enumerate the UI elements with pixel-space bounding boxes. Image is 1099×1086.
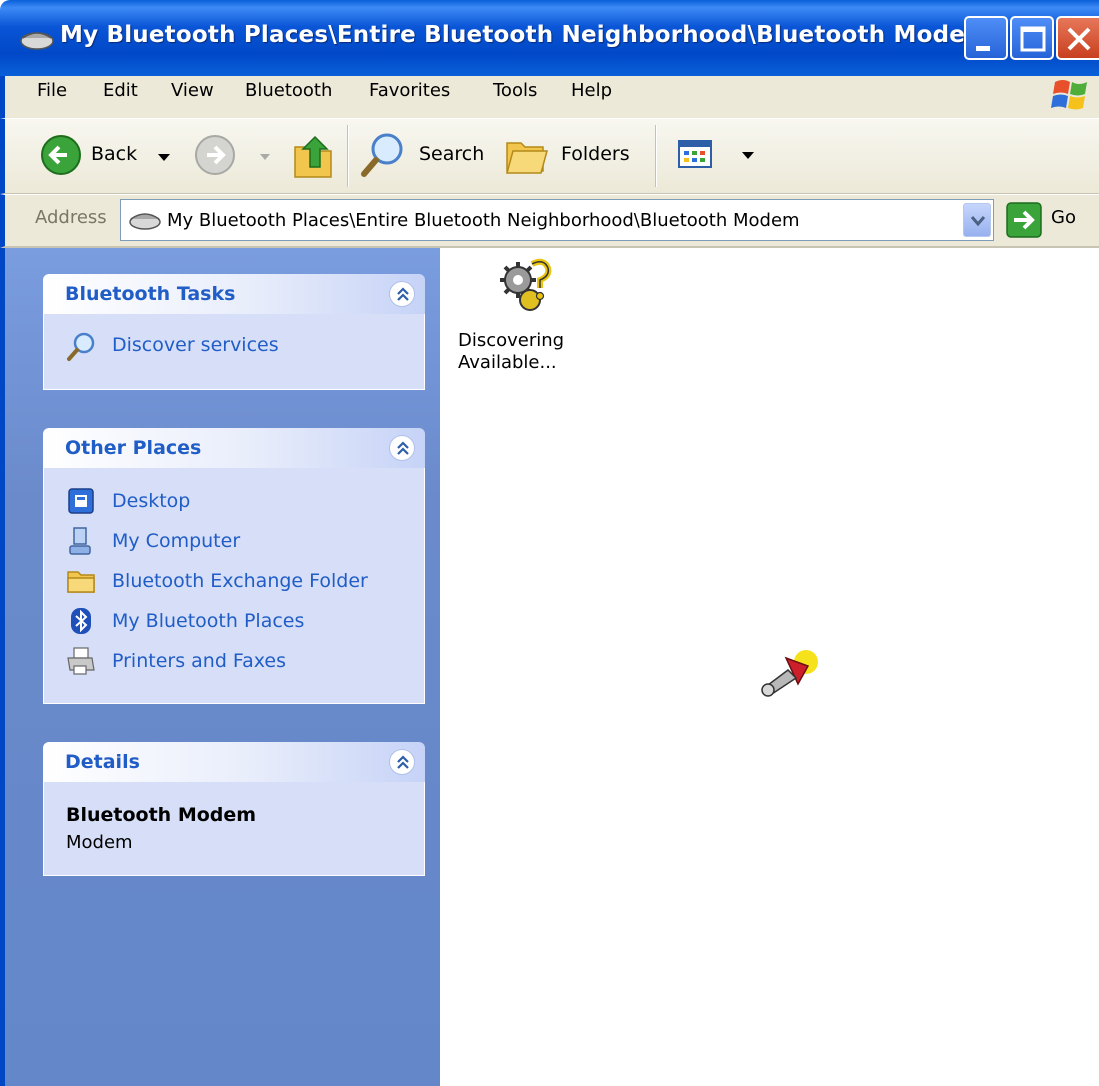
gears-question-icon	[500, 258, 552, 311]
menu-view[interactable]: View	[171, 80, 214, 101]
panel-header[interactable]: Bluetooth Tasks	[43, 274, 425, 314]
panel-body: Discover services	[43, 314, 425, 390]
address-value: My Bluetooth Places\Entire Bluetooth Nei…	[167, 210, 800, 231]
printers-and-faxes-link[interactable]: Printers and Faxes	[112, 650, 286, 672]
panel-body: Desktop My Computer Bluetooth Exchange F…	[43, 468, 425, 704]
menu-tools[interactable]: Tools	[493, 80, 537, 101]
menu-bluetooth[interactable]: Bluetooth	[245, 80, 332, 101]
item-label-line2: Available...	[458, 352, 557, 373]
address-dropdown-button[interactable]	[963, 203, 991, 237]
toolbar: Back Search Folders	[0, 118, 1099, 194]
search-icon	[361, 133, 403, 177]
folders-button[interactable]: Folders	[505, 131, 645, 181]
magnifier-icon	[67, 332, 95, 361]
folders-label: Folders	[561, 143, 630, 165]
chevron-up-double-icon	[397, 755, 409, 769]
back-button[interactable]: Back	[35, 133, 185, 179]
my-computer-link[interactable]: My Computer	[112, 530, 240, 552]
forward-button[interactable]	[193, 133, 273, 179]
chevron-up-double-icon	[397, 441, 409, 455]
menu-help[interactable]: Help	[571, 80, 612, 101]
panel-title: Details	[65, 751, 140, 773]
address-label: Address	[35, 207, 107, 228]
menu-file[interactable]: File	[37, 80, 67, 101]
chevron-down-icon	[970, 216, 986, 227]
minimize-button[interactable]	[964, 16, 1008, 60]
close-icon	[1067, 27, 1091, 51]
toolbar-separator	[655, 125, 657, 187]
views-icon	[678, 140, 712, 168]
folder-icon	[67, 571, 95, 593]
forward-arrow-icon	[195, 135, 235, 175]
panel-title: Bluetooth Tasks	[65, 283, 236, 305]
title-bar[interactable]: My Bluetooth Places\Entire Bluetooth Nei…	[0, 0, 1099, 76]
toolbar-separator	[347, 125, 349, 187]
minimize-icon	[976, 46, 990, 51]
panel-header[interactable]: Other Places	[43, 428, 425, 468]
windows-logo-icon	[1051, 80, 1087, 110]
my-bluetooth-places-link[interactable]: My Bluetooth Places	[112, 610, 304, 632]
bluetooth-exchange-folder-link[interactable]: Bluetooth Exchange Folder	[112, 570, 368, 592]
go-button[interactable]: Go	[1005, 201, 1095, 241]
menu-bar: File Edit View Bluetooth Favorites Tools…	[0, 76, 1099, 118]
chevron-up-double-icon	[397, 287, 409, 301]
back-arrow-icon	[41, 135, 81, 175]
views-button[interactable]	[675, 137, 759, 177]
bluetooth-modem-icon	[20, 32, 54, 50]
panel-header[interactable]: Details	[43, 742, 425, 782]
address-bar: Address My Bluetooth Places\Entire Bluet…	[0, 194, 1099, 248]
desktop-link[interactable]: Desktop	[112, 490, 190, 512]
discover-services-link[interactable]: Discover services	[112, 334, 279, 356]
maximize-button[interactable]	[1010, 16, 1054, 60]
search-button[interactable]: Search	[359, 131, 489, 181]
bluetooth-tasks-panel: Bluetooth Tasks Discover services	[43, 274, 425, 390]
menu-edit[interactable]: Edit	[103, 80, 138, 101]
printer-icon	[67, 647, 95, 675]
details-type: Modem	[66, 832, 133, 853]
computer-icon	[69, 527, 91, 555]
collapse-button[interactable]	[389, 435, 415, 461]
search-label: Search	[419, 143, 485, 165]
bluetooth-icon	[71, 608, 91, 634]
collapse-button[interactable]	[389, 281, 415, 307]
chevron-down-icon[interactable]	[157, 153, 171, 163]
window-title: My Bluetooth Places\Entire Bluetooth Nei…	[60, 22, 990, 48]
bluetooth-modem-icon	[129, 213, 161, 230]
go-label: Go	[1051, 207, 1076, 228]
menu-favorites[interactable]: Favorites	[369, 80, 450, 101]
chevron-down-icon	[260, 154, 270, 160]
details-panel: Details Bluetooth Modem Modem	[43, 742, 425, 876]
other-places-panel: Other Places Desktop My Computer Bluetoo…	[43, 428, 425, 704]
back-label: Back	[91, 143, 138, 165]
collapse-button[interactable]	[389, 749, 415, 775]
close-button[interactable]	[1056, 16, 1099, 60]
item-label-line1: Discovering	[458, 330, 565, 351]
panel-body: Bluetooth Modem Modem	[43, 782, 425, 876]
panel-title: Other Places	[65, 437, 202, 459]
content-area[interactable]: Discovering Available...	[440, 248, 1099, 1086]
go-arrow-icon	[1006, 202, 1042, 238]
desktop-icon	[68, 488, 94, 514]
chevron-down-icon	[742, 152, 754, 159]
maximize-icon	[1020, 26, 1046, 52]
folders-icon	[506, 142, 548, 174]
folder-up-icon[interactable]	[291, 133, 335, 181]
task-pane: Bluetooth Tasks Discover services Other …	[0, 248, 440, 1086]
address-input[interactable]: My Bluetooth Places\Entire Bluetooth Nei…	[120, 199, 994, 241]
discovering-item[interactable]: Discovering Available...	[458, 256, 578, 386]
busy-cursor-icon	[761, 650, 818, 697]
details-name: Bluetooth Modem	[66, 804, 257, 826]
